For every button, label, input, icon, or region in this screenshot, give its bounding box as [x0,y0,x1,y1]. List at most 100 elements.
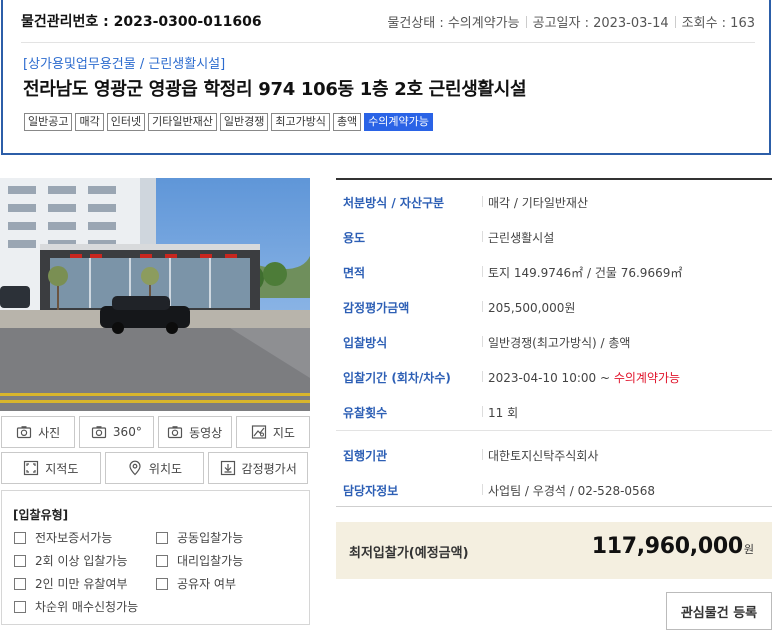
media-button-row: 사진 360° 동영상 지도 [1,416,310,448]
bid-option-label: 차순위 매수신청가능 [35,600,139,614]
detail-label: 집행기관 [343,449,388,463]
view360-button-label: 360° [112,425,142,439]
detail-label: 감정평가금액 [343,301,410,315]
location-map-button-label: 위치도 [148,461,183,476]
bid-option-checkbox[interactable] [14,600,26,613]
property-number: 물건관리번호 : 2023-0300-011606 [21,14,262,30]
bid-option-co-owner[interactable]: 공유자 여부 [156,575,236,592]
meta-divider [525,15,527,28]
detail-value: 근린생활시설 [482,229,554,246]
detail-value: 일반경쟁(최고가방식) / 총액 [482,334,630,351]
bid-option-multiple-bids[interactable]: 2회 이상 입찰가능 [14,552,128,569]
appraisal-report-button-label: 감정평가서 [241,461,297,476]
detail-row-usage: 용도 근린생활시설 [336,218,772,252]
bid-option-checkbox[interactable] [14,531,26,544]
detail-value: 205,500,000원 [482,299,575,316]
bid-option-checkbox[interactable] [156,531,168,544]
camera-icon [167,426,183,439]
bid-option-e-guarantee[interactable]: 전자보증서가능 [14,529,112,546]
bid-option-joint-bid[interactable]: 공동입찰가능 [156,529,243,546]
media-buttons: 사진 360° 동영상 지도 지적도 위치도 감정평가서 [1,416,310,488]
appraisal-report-button[interactable]: 감정평가서 [208,452,308,484]
bid-option-checkbox[interactable] [14,577,26,590]
media-button-row: 지적도 위치도 감정평가서 [1,452,310,484]
tag-asset-type: 기타일반재산 [148,113,217,131]
tag-disposal: 매각 [75,113,104,131]
header-divider [21,42,755,43]
minimum-bid-price-amount: 117,960,000원 [592,534,754,559]
map-button-label: 지도 [272,425,295,440]
camera-icon [16,426,32,439]
bid-option-label: 2회 이상 입찰가능 [35,554,128,568]
view360-button[interactable]: 360° [79,416,154,448]
detail-value: 사업팀 / 우경석 / 02-528-0568 [482,482,655,499]
bid-period-date: 2023-04-10 10:00 ~ [488,371,611,385]
detail-section-divider [336,430,772,431]
detail-label: 담당자정보 [343,484,399,498]
video-button[interactable]: 동영상 [157,416,232,448]
detail-row-appraisal: 감정평가금액 205,500,000원 [336,288,772,322]
location-map-button[interactable]: 위치도 [104,452,205,484]
minimum-bid-price-label: 최저입찰가(예정금액) [349,546,469,561]
video-button-label: 동영상 [189,425,223,440]
detail-value: 2023-04-10 10:00 ~ 수의계약가능 [482,369,680,386]
bid-period-status: 수의계약가능 [613,371,681,385]
detail-label: 처분방식 / 자산구분 [343,196,445,210]
price-unit: 원 [743,543,754,556]
tag-competition: 일반경쟁 [219,113,269,131]
bid-option-label: 대리입찰가능 [177,554,244,568]
detail-value: 대한토지신탁주식회사 [482,447,598,464]
property-status: 물건상태 : 수의계약가능 [387,16,520,31]
download-icon [220,460,235,476]
meta-divider [674,15,676,28]
detail-bottom-border [336,506,772,507]
detail-value: 토지 149.9746㎡ / 건물 76.9669㎡ [482,264,682,281]
map-button[interactable]: 지도 [235,416,310,448]
cadastral-map-button[interactable]: 지적도 [1,452,101,484]
notice-date: 공고일자 : 2023-03-14 [532,16,669,31]
view-count: 조회수 : 163 [681,16,755,31]
bid-option-label: 공동입찰가능 [177,531,244,545]
tag-channel: 인터넷 [106,113,146,131]
camera-icon [91,426,107,439]
detail-label: 용도 [343,231,366,245]
detail-label: 면적 [343,266,366,280]
property-header-row: 물건관리번호 : 2023-0300-011606 물건상태 : 수의계약가능 … [21,11,755,33]
detail-row-bid-period: 입찰기간 (회차/차수) 2023-04-10 10:00 ~ 수의계약가능 [336,358,772,392]
tag-private-contract: 수의계약가능 [364,113,433,131]
expand-icon [24,460,39,476]
detail-row-contact: 담당자정보 사업팀 / 우경석 / 02-528-0568 [336,471,772,505]
photo-button-label: 사진 [38,425,61,440]
property-tags: 일반공고 매각 인터넷 기타일반재산 일반경쟁 최고가방식 총액 수의계약가능 [24,113,433,131]
photo-button[interactable]: 사진 [1,416,76,448]
detail-value: 매각 / 기타일반재산 [482,194,588,211]
map-icon [251,425,266,439]
bid-type-panel: [입찰유형] 전자보증서가능 공동입찰가능 2회 이상 입찰가능 대리입찰가능 … [1,490,310,625]
bid-option-proxy-bid[interactable]: 대리입찰가능 [156,552,243,569]
add-favorite-button[interactable]: 관심물건 등록 [666,592,772,630]
price-number: 117,960,000 [591,534,743,559]
tag-bid-method: 최고가방식 [271,113,330,131]
bid-option-checkbox[interactable] [156,577,168,590]
property-header: 물건관리번호 : 2023-0300-011606 물건상태 : 수의계약가능 … [1,0,771,155]
detail-value: 11 회 [482,404,518,421]
property-meta: 물건상태 : 수의계약가능 공고일자 : 2023-03-14 조회수 : 16… [387,12,755,31]
bid-option-second-buyer[interactable]: 차순위 매수신청가능 [14,598,138,615]
property-photo[interactable] [0,178,310,411]
location-pin-icon [129,460,141,476]
property-photo-image [0,178,310,411]
detail-label: 입찰기간 (회차/차수) [343,371,451,385]
bid-option-checkbox[interactable] [14,554,26,567]
cadastral-map-button-label: 지적도 [45,461,79,476]
bid-option-min-bidders[interactable]: 2인 미만 유찰여부 [14,575,128,592]
property-title: 전라남도 영광군 영광읍 학정리 974 106동 1층 2호 근린생활시설 [23,79,527,100]
detail-top-border [336,178,772,180]
detail-row-agency: 집행기관 대한토지신탁주식회사 [336,436,772,470]
property-category: [상가용및업무용건물 / 근린생활시설] [23,57,226,72]
bid-option-checkbox[interactable] [156,554,168,567]
detail-row-failed-count: 유찰횟수 11 회 [336,393,772,427]
detail-label: 유찰횟수 [343,406,388,420]
bid-option-label: 전자보증서가능 [35,531,113,545]
tag-price-basis: 총액 [332,113,362,131]
bid-option-label: 2인 미만 유찰여부 [35,577,128,591]
